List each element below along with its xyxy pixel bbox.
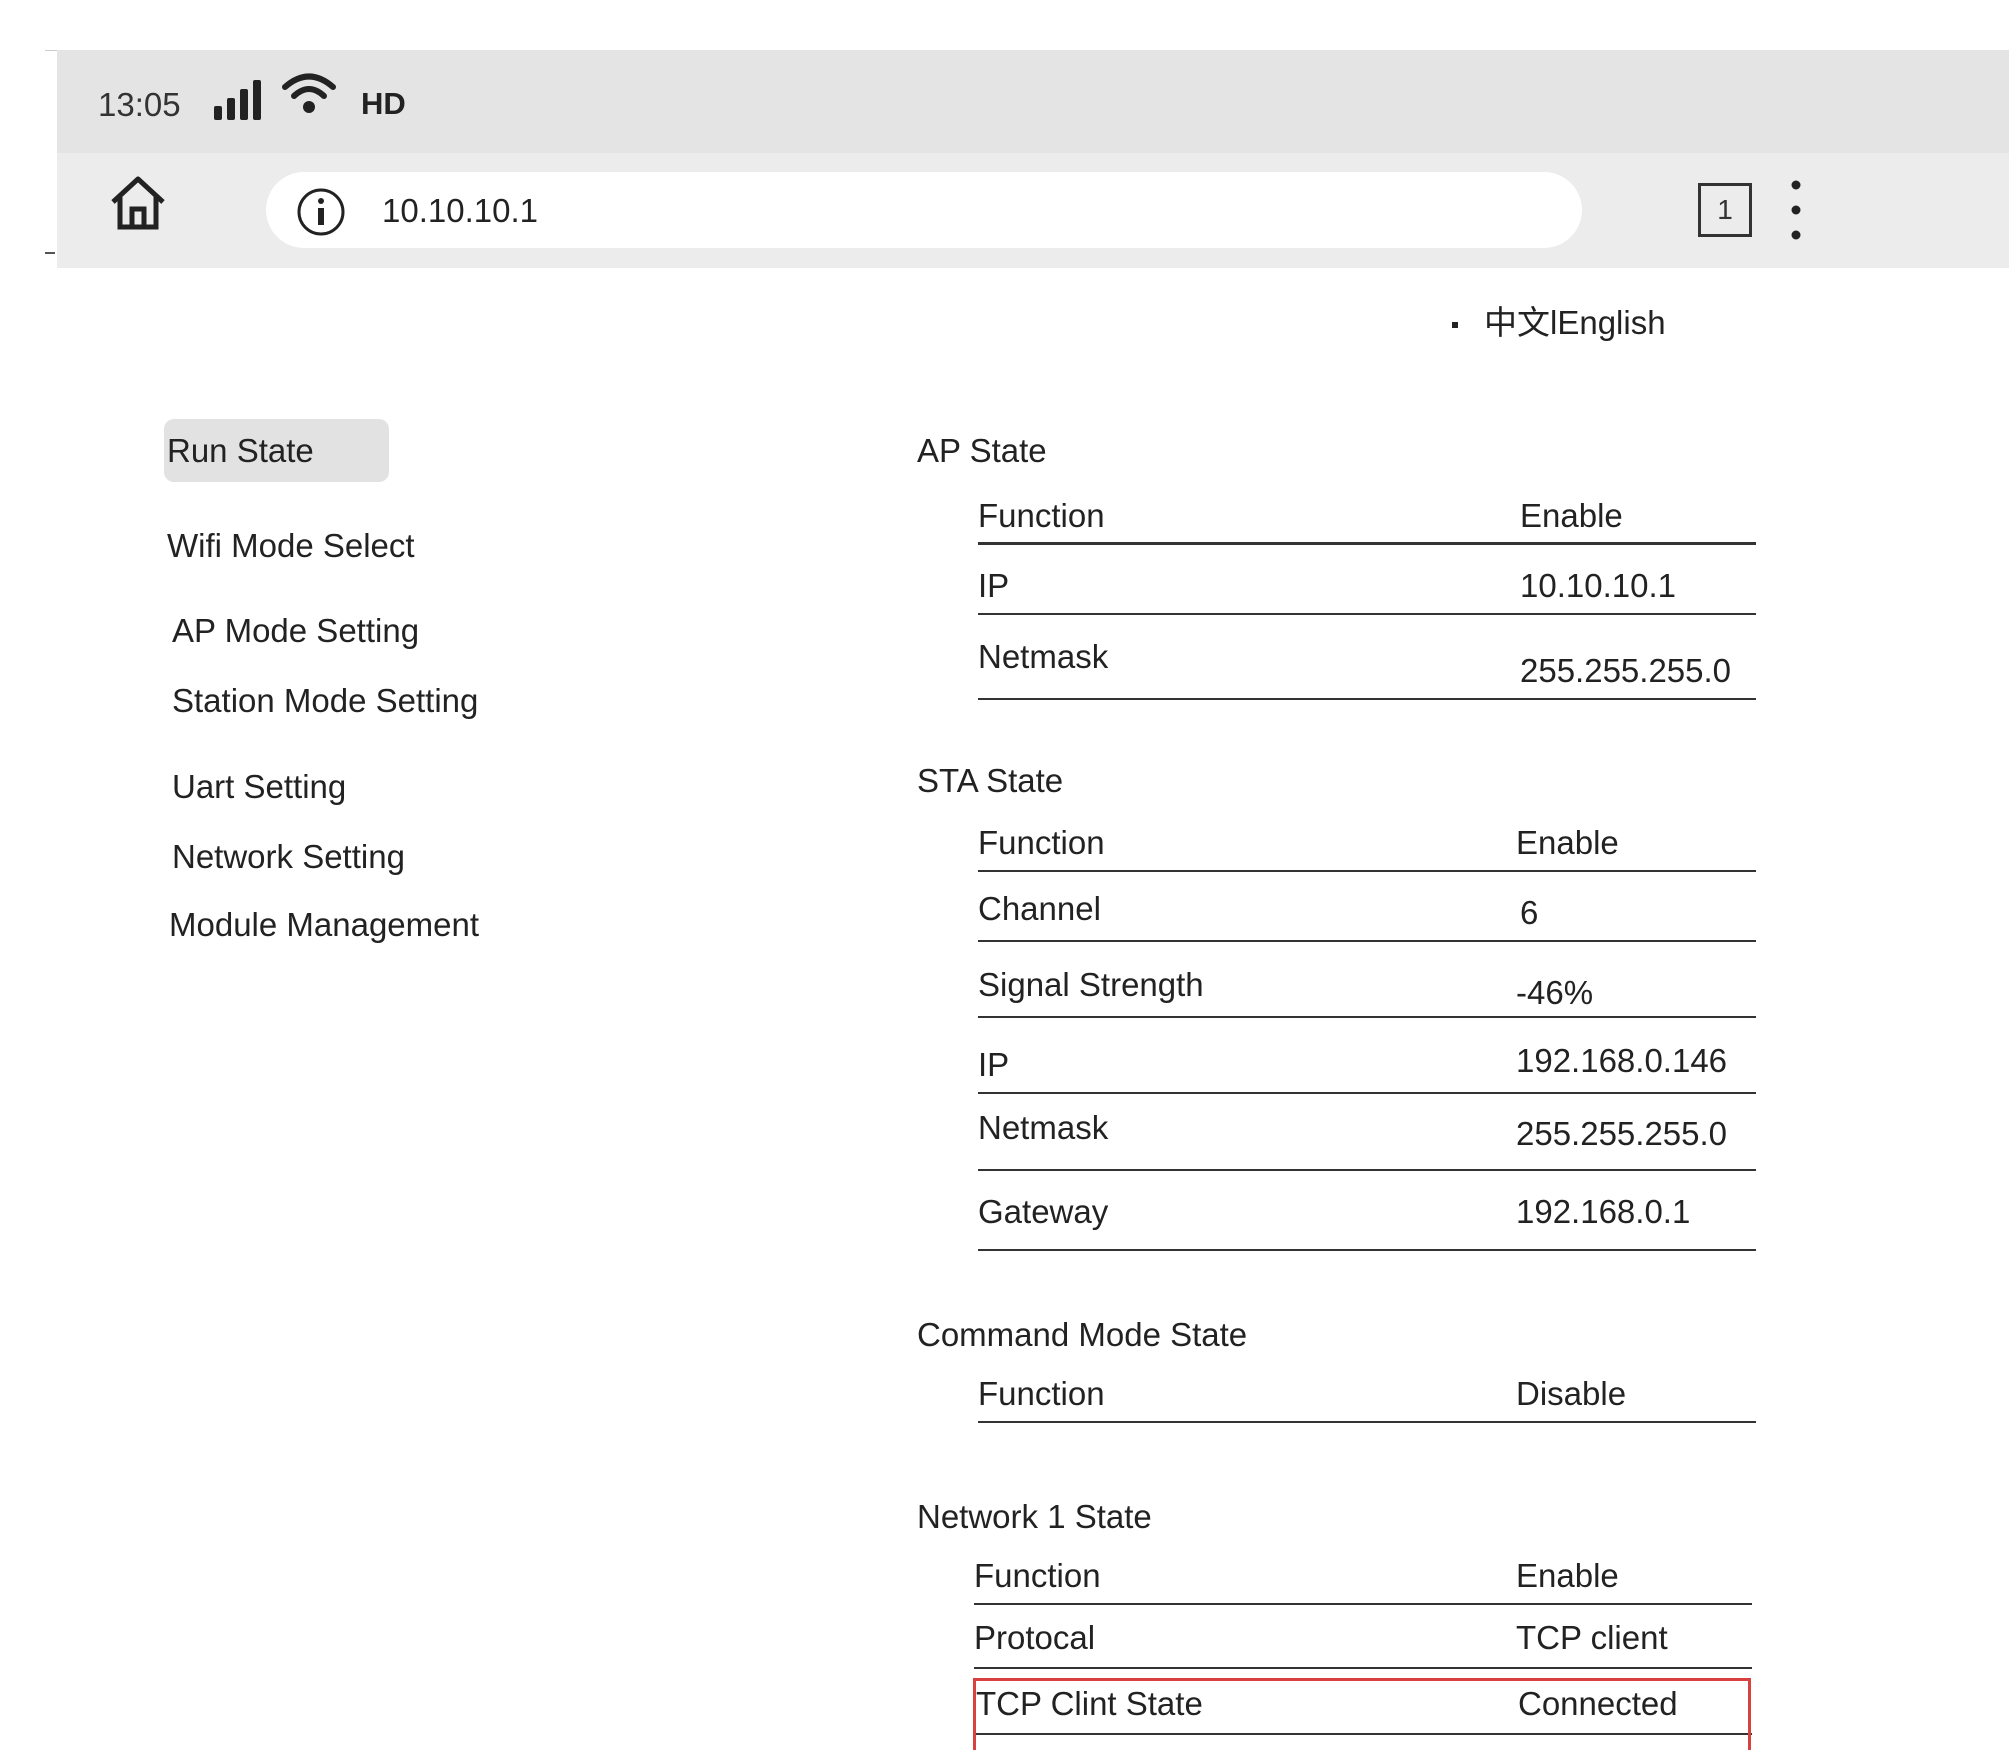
- table-row: Netmask 255.255.255.0: [978, 1094, 1756, 1171]
- row-value: Disable: [1516, 1375, 1627, 1412]
- sidebar-item-module-management[interactable]: Module Management: [169, 906, 479, 944]
- row-value: 10.10.10.1: [1520, 567, 1676, 604]
- tab-switcher-button[interactable]: 1: [1698, 183, 1752, 237]
- edge-mark-top: [45, 50, 57, 51]
- row-divider: [978, 1249, 1756, 1251]
- table-row: Function Enable: [978, 815, 1756, 872]
- section-title-sta-state: STA State: [917, 762, 1064, 799]
- row-key: Protocal: [974, 1619, 1096, 1656]
- language-zh[interactable]: 中文: [1484, 304, 1550, 341]
- table-row: Function Enable: [978, 490, 1756, 545]
- network-type: HD: [361, 86, 406, 121]
- table-row: Channel 6: [978, 872, 1756, 942]
- sidebar-item-network-setting[interactable]: Network Setting: [172, 838, 405, 876]
- info-icon[interactable]: [296, 187, 346, 242]
- highlight-box: [973, 1678, 1751, 1750]
- browser-toolbar: 10.10.10.1 1: [57, 153, 2009, 268]
- edge-mark: [45, 252, 55, 254]
- url-bar[interactable]: 10.10.10.1: [266, 172, 1582, 248]
- row-key: Signal Strength: [978, 966, 1204, 1003]
- table-row: Netmask 255.255.255.0: [978, 615, 1756, 700]
- row-key: IP: [978, 567, 1010, 604]
- section-title-command-mode-state: Command Mode State: [917, 1316, 1248, 1353]
- bullet-icon: [1452, 322, 1458, 329]
- row-key: Gateway: [978, 1193, 1109, 1230]
- section-title-network-1-state: Network 1 State: [917, 1498, 1152, 1535]
- status-bar: 13:05 HD: [57, 50, 2009, 153]
- row-divider: [978, 1421, 1756, 1423]
- row-value: TCP client: [1516, 1619, 1668, 1656]
- sidebar-item-ap-mode-setting[interactable]: AP Mode Setting: [172, 612, 419, 650]
- row-value: Enable: [1516, 1557, 1619, 1594]
- row-value: 255.255.255.0: [1520, 652, 1732, 689]
- cell-signal-icon: [214, 78, 264, 129]
- row-key: Netmask: [978, 638, 1109, 675]
- table-row: Gateway 192.168.0.1: [978, 1171, 1756, 1251]
- sidebar-item-run-state[interactable]: Run State: [167, 432, 314, 470]
- row-key: IP: [978, 1046, 1010, 1083]
- row-value: 255.255.255.0: [1516, 1115, 1728, 1152]
- row-key: Function: [978, 824, 1105, 861]
- row-key: Function: [978, 497, 1105, 534]
- row-key: Netmask: [978, 1109, 1109, 1146]
- row-value: 6: [1520, 894, 1539, 931]
- row-value: 192.168.0.1: [1516, 1193, 1691, 1230]
- table-row: IP 192.168.0.146: [978, 1018, 1756, 1094]
- row-value: Enable: [1520, 497, 1623, 534]
- table-row: Function Disable: [978, 1370, 1756, 1423]
- status-time: 13:05: [98, 86, 181, 123]
- row-value: 192.168.0.146: [1516, 1042, 1728, 1079]
- sidebar-item-station-mode-setting[interactable]: Station Mode Setting: [172, 682, 478, 720]
- table-row: Protocal TCP client: [974, 1605, 1752, 1669]
- wifi-icon: [281, 72, 337, 123]
- overflow-menu-icon[interactable]: [1790, 179, 1802, 246]
- row-key: Function: [974, 1557, 1101, 1594]
- sidebar-item-wifi-mode-select[interactable]: Wifi Mode Select: [167, 527, 415, 565]
- table-row: Function Enable: [974, 1552, 1752, 1605]
- row-value: -46%: [1516, 974, 1594, 1011]
- row-key: Channel: [978, 890, 1101, 927]
- sidebar-item-uart-setting[interactable]: Uart Setting: [172, 768, 346, 806]
- language-en[interactable]: English: [1557, 304, 1665, 341]
- url-text: 10.10.10.1: [382, 192, 538, 229]
- language-switch: 中文lEnglish: [1452, 296, 1666, 344]
- table-row: IP 10.10.10.1: [978, 545, 1756, 615]
- table-row: Signal Strength -46%: [978, 942, 1756, 1018]
- row-value: Enable: [1516, 824, 1619, 861]
- row-key: Function: [978, 1375, 1105, 1412]
- home-icon[interactable]: [109, 175, 167, 236]
- row-divider: [978, 698, 1756, 700]
- section-title-ap-state: AP State: [917, 432, 1047, 469]
